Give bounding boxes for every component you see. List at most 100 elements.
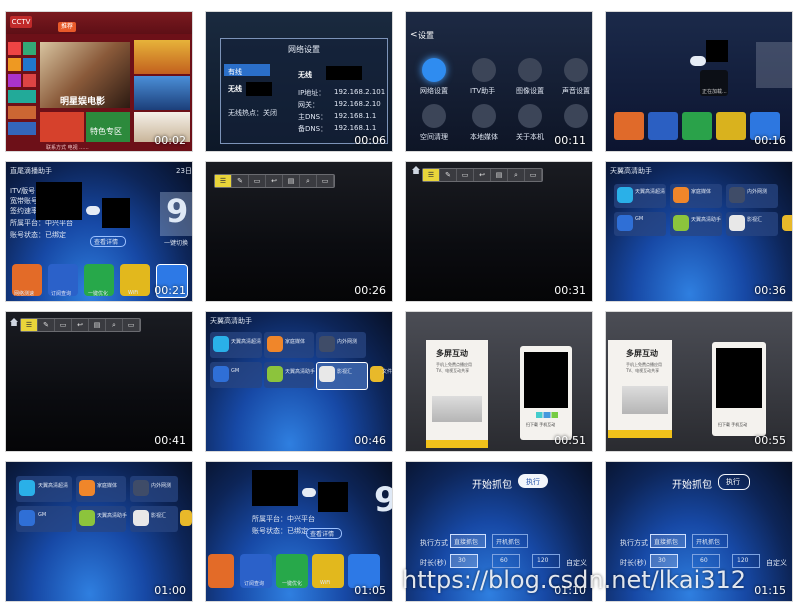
tab-hotspot-label[interactable]: 无线热点：关闭: [228, 108, 277, 118]
video-app-icon: [729, 215, 745, 231]
picture-settings-icon[interactable]: [518, 58, 542, 82]
loading-text: 正在加载...: [702, 89, 727, 95]
big-number: 9: [374, 480, 392, 520]
timestamp: 00:06: [354, 134, 386, 147]
thumb-00-51[interactable]: 多屏互动 手机上免费点播应用 TV、电视互动共享 扫下载 手机互动 00:51: [405, 311, 593, 452]
thumb-00-16[interactable]: 正在加载... 00:16: [605, 11, 793, 152]
tile-4[interactable]: [716, 112, 746, 140]
app-name-4: GM: [231, 368, 240, 374]
promo-desc-2: TV、电视互动共享: [626, 368, 660, 373]
toolbar-copy-icon[interactable]: ▭: [249, 175, 266, 187]
mode-boot-label: 开机抓包: [496, 539, 521, 546]
thumb-00-46[interactable]: 天翼高清助手 天翼高清超清 家庭媒体 内外网测 GM 天翼高清助手 影视汇 文件…: [205, 311, 393, 452]
toolbar-list-icon[interactable]: ▤: [89, 319, 106, 331]
toolbar-list-icon[interactable]: ▤: [491, 169, 508, 181]
left-menu-grid: [8, 42, 36, 142]
timestamp: 00:36: [754, 284, 786, 297]
about-icon[interactable]: [518, 104, 542, 128]
tile-2[interactable]: [648, 112, 678, 140]
video-app-icon: [133, 510, 149, 526]
network-settings-icon[interactable]: [422, 58, 446, 82]
gm-app-icon: [213, 366, 229, 382]
toolbar-edit-icon[interactable]: ✎: [38, 319, 55, 331]
tile-label-2: 订阅查询: [244, 581, 265, 587]
tile-1[interactable]: [614, 112, 644, 140]
toolbar-search-icon[interactable]: ⌕: [106, 319, 123, 331]
status-icon[interactable]: [348, 554, 380, 588]
timestamp: 01:15: [754, 584, 786, 597]
thumb-00-55[interactable]: 多屏互动 手机上免费点播应用 TV、电视互动共享 扫下载 手机互动 00:55: [605, 311, 793, 452]
toolbar-edit-icon[interactable]: ✎: [232, 175, 249, 187]
promo-desc-2: TV、电视互动共享: [436, 368, 470, 373]
toolbar-list-icon[interactable]: ▤: [283, 175, 300, 187]
cleanup-icon[interactable]: [422, 104, 446, 128]
toolbar-copy-icon[interactable]: ▭: [457, 169, 474, 181]
hd-app-icon: [213, 336, 229, 352]
toolbar-edit-icon[interactable]: ✎: [440, 169, 457, 181]
toolbar-tag-icon[interactable]: ▭: [525, 169, 542, 181]
timestamp: 00:41: [154, 434, 186, 447]
thumb-00-31[interactable]: ☰ ✎ ▭ ↩ ▤ ⌕ ▭ 00:31: [405, 161, 593, 302]
toolbar-tag-icon[interactable]: ▭: [123, 319, 140, 331]
capture-title: 开始抓包: [472, 480, 512, 491]
home-icon[interactable]: [412, 166, 420, 174]
thumb-01-00[interactable]: 天翼高清超清 家庭媒体 内外网测 GM 天翼高清助手 影视汇 01:00: [5, 461, 193, 602]
dns1-value: 192.168.1.1: [334, 112, 377, 120]
local-media-icon[interactable]: [472, 104, 496, 128]
speedtest-icon[interactable]: [208, 554, 234, 588]
redacted-account: [252, 470, 298, 506]
weather-cloud-icon: [86, 206, 100, 215]
thumb-00-02[interactable]: CCTV 推荐 明星娱电影 特色专区 联系方式 电视 ...... 00:02: [5, 11, 193, 152]
switch-link[interactable]: 一键切换: [164, 238, 188, 247]
duration-60-label: 60: [700, 557, 708, 564]
itv-helper-icon[interactable]: [472, 58, 496, 82]
tab-wireless-label[interactable]: 无线: [228, 84, 242, 94]
toolbar-home-icon[interactable]: ☰: [423, 169, 440, 181]
timestamp: 00:31: [554, 284, 586, 297]
toolbar-back-icon[interactable]: ↩: [72, 319, 89, 331]
dns2-label: 备DNS：: [298, 125, 328, 133]
duration-120-label: 120: [537, 557, 549, 564]
toolbar-search-icon[interactable]: ⌕: [300, 175, 317, 187]
thumb-00-06[interactable]: 网络设置 有线 无线 无线热点：关闭 无线 IP地址： 192.168.2.10…: [205, 11, 393, 152]
toolbar-copy-icon[interactable]: ▭: [55, 319, 72, 331]
thumb-00-36[interactable]: 天翼高清助手 天翼高清超清 家庭媒体 内外网测 GM 天翼高清助手 影视汇 00…: [605, 161, 793, 302]
thumb-00-26[interactable]: ☰ ✎ ▭ ↩ ▤ ⌕ ▭ 00:26: [205, 161, 393, 302]
toolbar-search-icon[interactable]: ⌕: [508, 169, 525, 181]
gm-app-icon: [19, 510, 35, 526]
info-line-5: 账号状态：已绑定: [252, 527, 308, 535]
tab-recommend[interactable]: 推荐: [58, 22, 76, 32]
tile-label-1: 网络测速: [14, 291, 35, 297]
itv-logo: CCTV: [10, 16, 32, 28]
thumb-00-11[interactable]: < 设置 网络设置 ITV助手 图像设置 声音设置 空间清理 本地媒体 关于本机…: [405, 11, 593, 152]
toolbar-home-icon[interactable]: ☰: [215, 175, 232, 187]
panel-header: 网络设置: [288, 45, 320, 54]
toolbar-home-icon[interactable]: ☰: [21, 319, 38, 331]
sound-settings-icon[interactable]: [564, 58, 588, 82]
more-icon[interactable]: [564, 104, 588, 128]
app-name-3: 内外网测: [747, 189, 768, 195]
right-poster-1[interactable]: [134, 40, 190, 74]
thumb-00-41[interactable]: ☰ ✎ ▭ ↩ ▤ ⌕ ▭ 00:41: [5, 311, 193, 452]
thumb-01-05[interactable]: ITV版号： 宽带账号： 签约速率： 所属平台：中兴平台 账号状态：已绑定 查看…: [205, 461, 393, 602]
toolbar-back-icon[interactable]: ↩: [266, 175, 283, 187]
watermark-url: https://blog.csdn.net/lkai312: [402, 566, 747, 594]
tile-3[interactable]: [682, 112, 712, 140]
right-poster-2[interactable]: [134, 76, 190, 110]
redacted-qr: [716, 348, 762, 408]
custom-label[interactable]: 自定义: [766, 558, 787, 568]
bottom-poster-1[interactable]: [40, 112, 84, 142]
home-icon[interactable]: [10, 318, 18, 326]
timestamp: 00:26: [354, 284, 386, 297]
back-chevron-icon[interactable]: <: [410, 30, 418, 40]
thumb-00-21[interactable]: 直尾滴播助手 23日 ITV版号： 宽带账号： 签约速率： 所属平台：中兴平台 …: [5, 161, 193, 302]
timestamp: 01:00: [154, 584, 186, 597]
file-app-icon[interactable]: [782, 215, 792, 231]
rocket-app-icon: [729, 187, 745, 203]
toolbar-tag-icon[interactable]: ▭: [317, 175, 334, 187]
file-toolbar: ☰ ✎ ▭ ↩ ▤ ⌕ ▭: [214, 174, 335, 188]
file-app-icon[interactable]: [180, 510, 192, 526]
toolbar-back-icon[interactable]: ↩: [474, 169, 491, 181]
dns2-value: 192.168.1.1: [334, 124, 377, 132]
mode-label: 执行方式: [620, 539, 648, 547]
